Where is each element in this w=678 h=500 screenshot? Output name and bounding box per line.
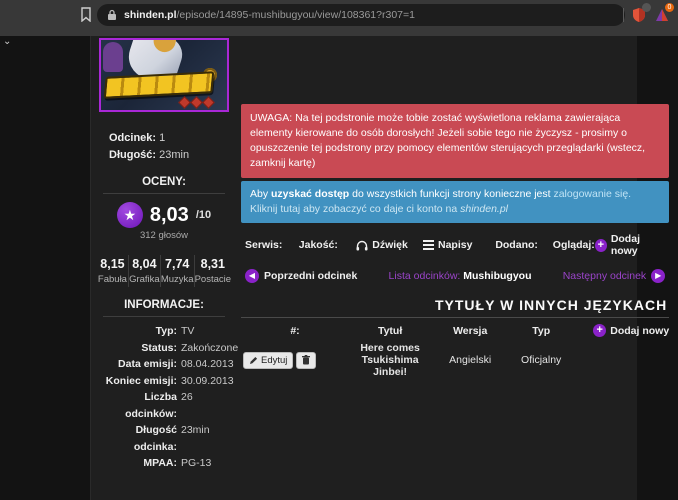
info-row-typ: Typ: TV <box>155 325 195 337</box>
info-header: INFORMACJE: <box>124 299 204 311</box>
info-row-liczba-odcinkow: Liczba odcinków: 26 <box>125 391 193 420</box>
title-version: Angielski <box>449 354 492 366</box>
star-icon: ★ <box>116 202 143 228</box>
episode-sources-header: Serwis: Jakość: Dźwięk Napisy Dodano: Og… <box>241 233 669 257</box>
browser-toolbar: shinden.pl/episode/14895-mushibugyou/vie… <box>0 0 678 36</box>
divider <box>103 193 225 194</box>
episode-meta: Odcinek: 1 Długość: 23min <box>91 112 237 164</box>
login-link[interactable]: zalogowanie się. <box>553 188 631 200</box>
screen: shinden.pl/episode/14895-mushibugyou/vie… <box>0 0 678 500</box>
col-serwis: Serwis: <box>245 239 283 251</box>
title-row: Edytuj Here comes Tsukishima Jinbei! Ang… <box>241 342 669 378</box>
trash-icon <box>302 355 311 365</box>
info-row-dlugosc-odcinka: Długość odcinka: 23min <box>133 424 210 453</box>
ratings-grid: 8,15 Fabuła 8,04 Grafika 7,74 Muzyka 8,31 Po… <box>97 255 231 287</box>
rating-muzyka: 7,74 Muzyka <box>160 255 195 287</box>
episode-number-row: Odcinek: 1 <box>109 132 166 144</box>
headphones-icon <box>356 240 368 250</box>
rating-grafika: 8,04 Grafika <box>129 255 161 287</box>
add-player-button[interactable]: + Dodaj nowy <box>594 233 665 257</box>
login-notice: Aby uzyskać dostęp do wszystkich funkcji… <box>241 181 670 223</box>
subtitles-list-icon <box>423 238 434 252</box>
divider <box>241 317 670 318</box>
rating-fabula: 8,15 Fabuła <box>97 255 129 287</box>
col-dodano: Dodano: <box>495 239 538 251</box>
score-row: ★ 8,03 /10 <box>91 202 237 228</box>
plus-icon: + <box>593 324 607 337</box>
arrow-right-icon: ▶ <box>651 269 666 283</box>
episode-list-link[interactable]: Lista odcinków: Mushibugyou <box>357 270 562 282</box>
score-value: 8,03 <box>149 203 189 226</box>
anime-cover-image[interactable] <box>99 38 229 112</box>
col-napisy: Napisy <box>423 238 495 252</box>
add-title-button[interactable]: + Dodaj nowy <box>573 324 669 337</box>
plus-icon: + <box>594 238 607 252</box>
info-row-data-emisji: Data emisji: 08.04.2013 <box>118 358 234 370</box>
main-column: UWAGA: Na tej podstronie może tobie zost… <box>237 36 672 472</box>
col-ogladaj: Oglądaj: <box>552 239 595 251</box>
info-row-status: Status: Zakończone <box>141 341 239 354</box>
url-text[interactable]: shinden.pl/episode/14895-mushibugyou/vie… <box>124 9 415 21</box>
info-table: Typ: TV Status: Zakończone Data emisji: 08.… <box>91 323 239 472</box>
anime-sidebar: Odcinek: 1 Długość: 23min OCENY: ★ 8,03 … <box>91 36 239 472</box>
info-row-koniec-emisji: Koniec emisji: 30.09.2013 <box>105 374 234 387</box>
site-security-icon[interactable] <box>107 9 117 21</box>
title-value: Here comes Tsukishima Jinbei! <box>360 342 420 378</box>
adblock-extension-icon[interactable]: 0 <box>654 3 674 23</box>
url-path: /episode/14895-mushibugyou/view/108361?r… <box>176 9 415 21</box>
col-jakosc: Jakość: <box>298 239 338 251</box>
next-episode-button[interactable]: Następny odcinek ▶ <box>563 269 666 283</box>
delete-title-button[interactable] <box>296 351 317 369</box>
edit-title-button[interactable]: Edytuj <box>243 351 294 369</box>
titles-table-header: #: Tytuł Wersja Typ + Dodaj nowy <box>241 324 669 337</box>
col-typ: Typ <box>532 324 551 337</box>
chevron-down-icon[interactable]: ⌄ <box>3 36 11 47</box>
url-domain: shinden.pl <box>124 9 177 21</box>
toolbar-separator <box>623 8 624 22</box>
col-title: Tytuł <box>377 324 403 337</box>
ratings-header: OCENY: <box>142 176 186 188</box>
shield-extension-icon[interactable] <box>631 3 651 23</box>
episode-navigation: ◀ Poprzedni odcinek Lista odcinków: Mush… <box>241 269 669 283</box>
pencil-icon <box>250 356 258 364</box>
bookmark-flag-icon[interactable] <box>80 7 92 22</box>
info-row-mpaa: MPAA: PG-13 <box>143 457 212 469</box>
previous-episode-button[interactable]: ◀ Poprzedni odcinek <box>245 269 357 283</box>
extension-area: 0 <box>623 3 674 26</box>
rating-postacie: 8,31 Postacie <box>194 257 232 285</box>
adblock-extension-badge: 0 <box>665 3 674 12</box>
votes-count: 312 głosów <box>139 230 189 241</box>
other-titles-heading: TYTUŁY W INNYCH JĘZYKACH <box>434 297 668 313</box>
shield-extension-badge <box>642 3 651 12</box>
col-number: #: <box>290 324 300 337</box>
login-notice-line1: Aby uzyskać dostęp do wszystkich funkcji… <box>250 188 632 200</box>
url-bar[interactable]: shinden.pl/episode/14895-mushibugyou/vie… <box>97 4 625 26</box>
col-dzwiek: Dźwięk <box>356 239 423 251</box>
title-type: Oficjalny <box>521 354 562 366</box>
score-max: /10 <box>195 209 212 221</box>
episode-length-row: Długość: 23min <box>109 149 190 161</box>
col-wersja: Wersja <box>453 324 488 337</box>
divider <box>103 316 225 317</box>
arrow-left-icon: ◀ <box>245 269 259 283</box>
adult-content-warning: UWAGA: Na tej podstronie może tobie zost… <box>241 104 670 178</box>
page-content: Odcinek: 1 Długość: 23min OCENY: ★ 8,03 … <box>90 36 670 500</box>
login-notice-line2[interactable]: Kliknij tutaj aby zobaczyć co daje ci ko… <box>250 202 660 217</box>
